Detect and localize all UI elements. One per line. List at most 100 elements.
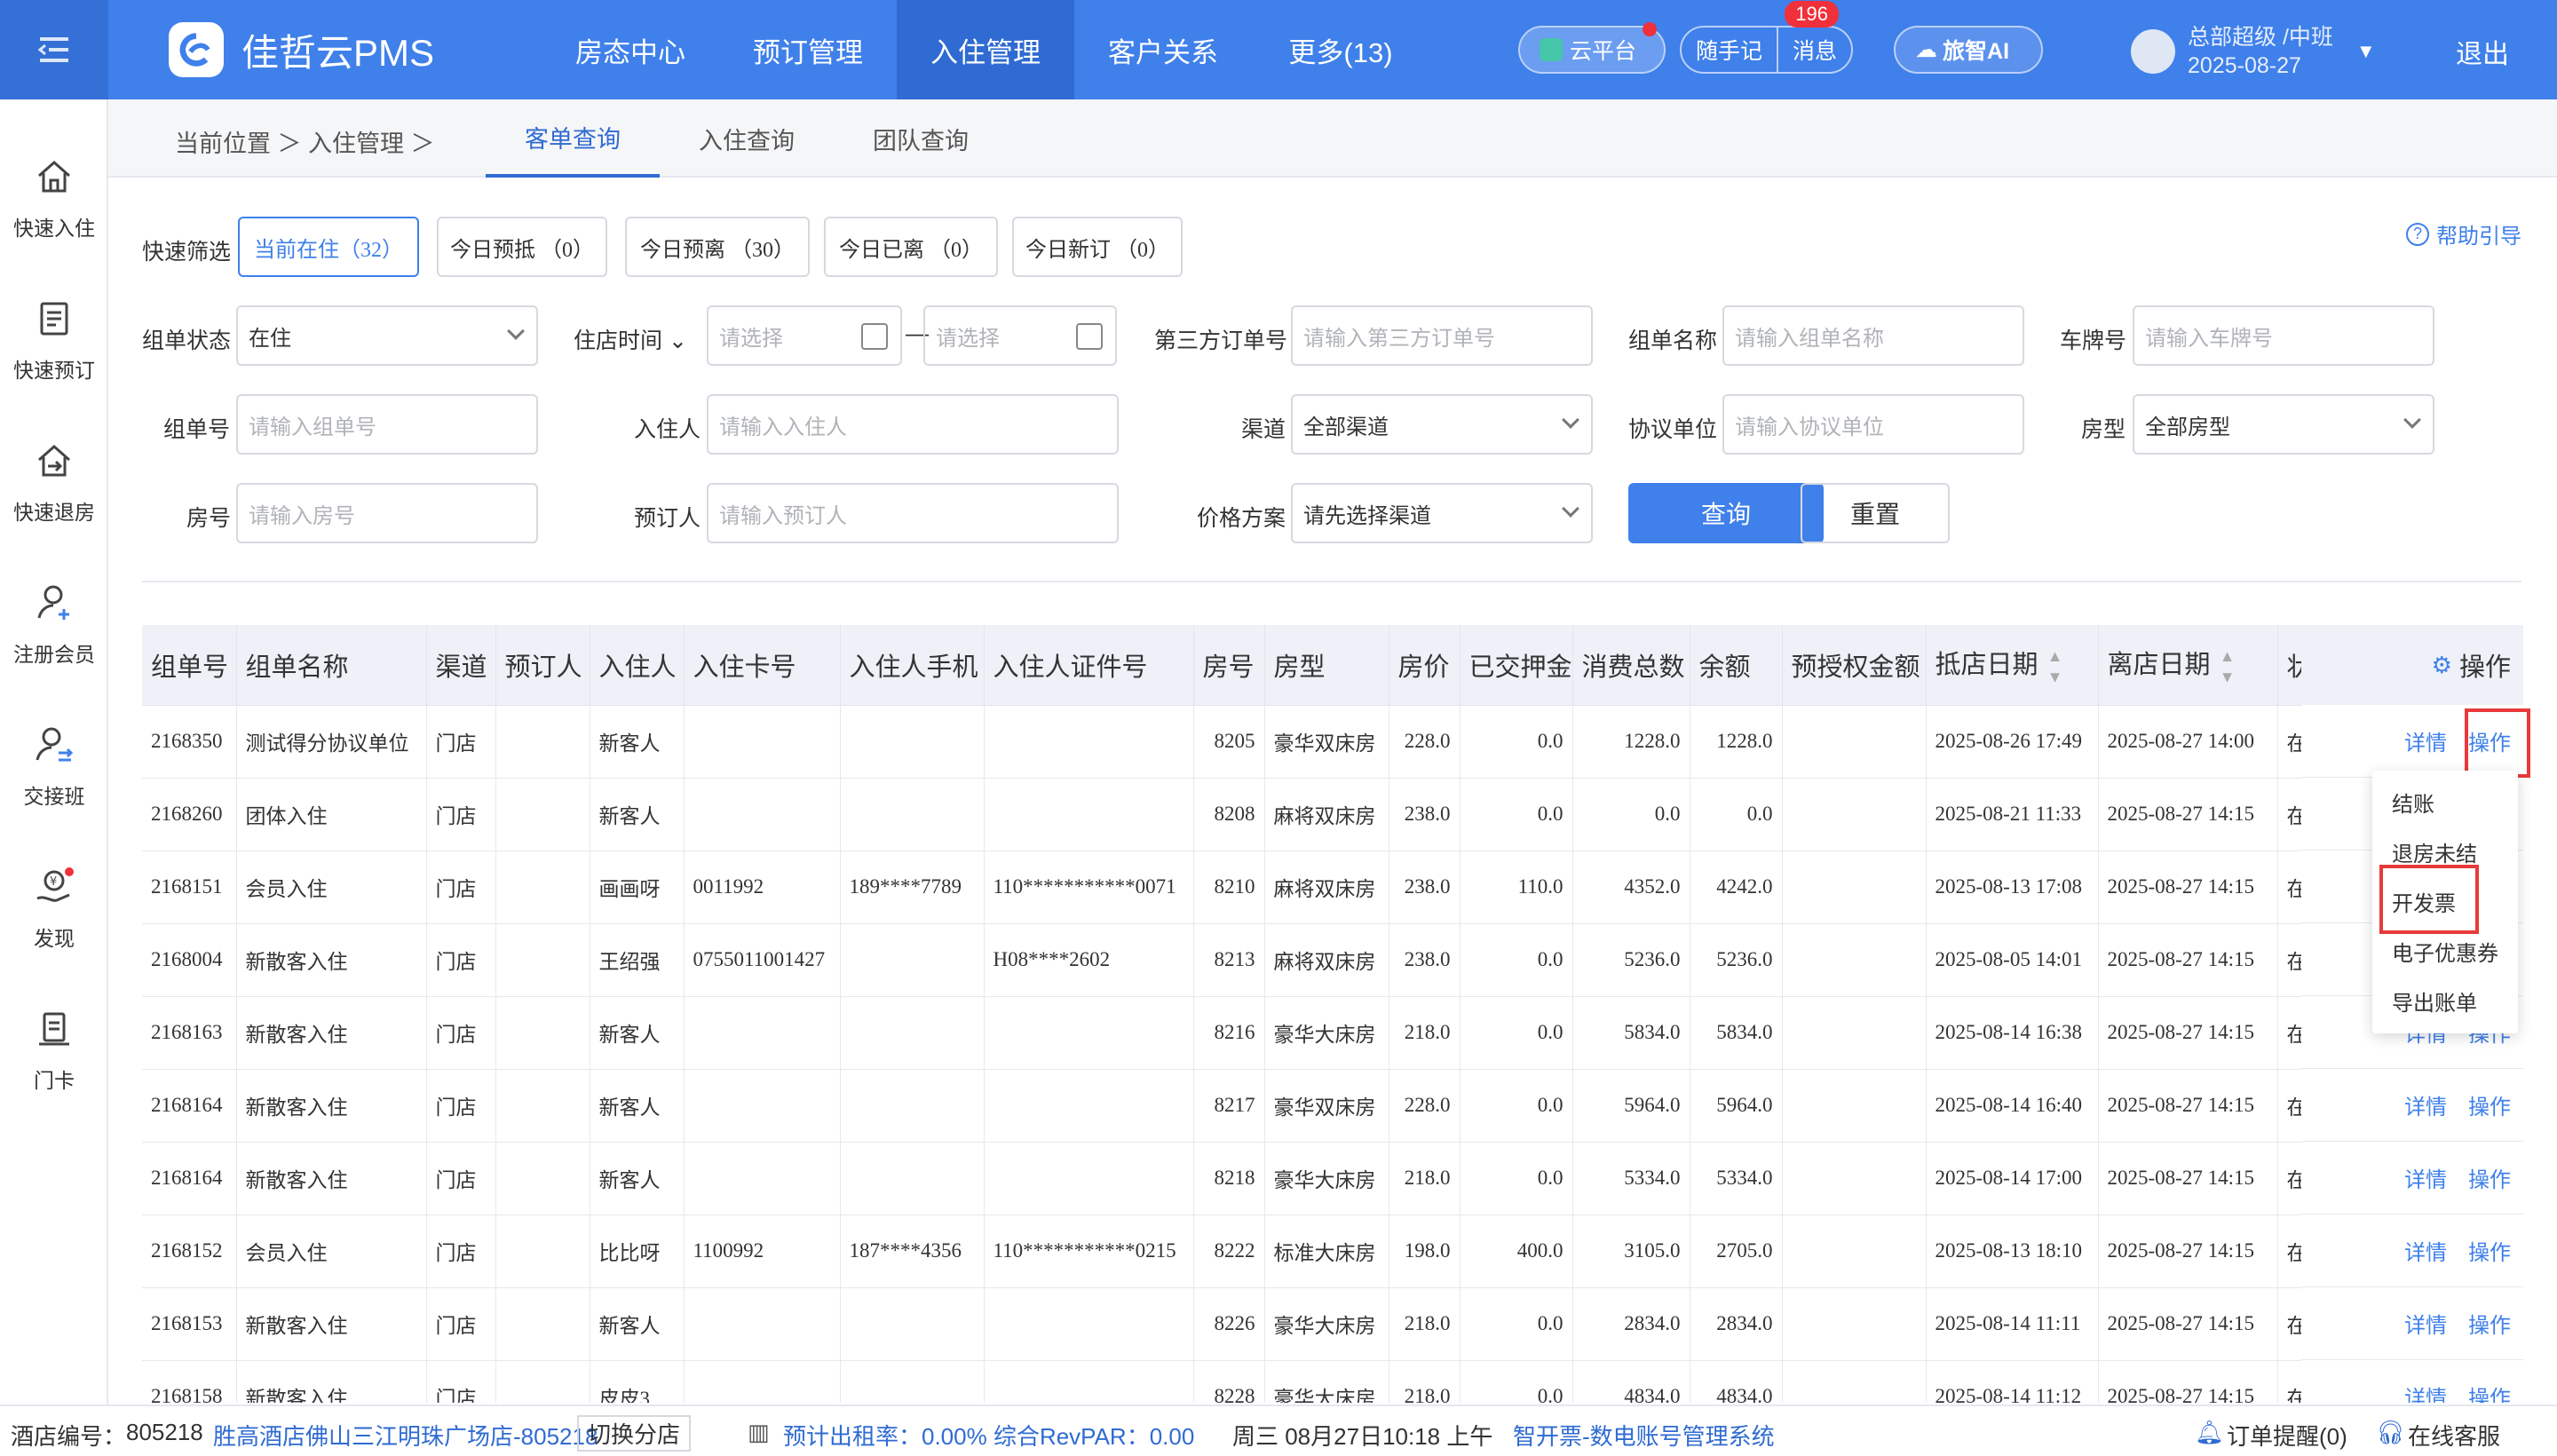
- top-bar: 佳哲云PMS 房态中心 预订管理 入住管理 客户关系 更多(13) 云平台 随手…: [0, 0, 2557, 99]
- menu-item-checkout[interactable]: 结账: [2392, 787, 2434, 818]
- order-reminder[interactable]: 订单提醒(0): [2227, 1419, 2347, 1452]
- messages-button[interactable]: 消息: [1777, 28, 1851, 72]
- sidebar-item-door-card[interactable]: 门卡: [0, 1007, 108, 1094]
- menu-item-e-coupon[interactable]: 电子优惠券: [2392, 936, 2498, 967]
- guest-input[interactable]: 请输入入住人: [707, 394, 1119, 455]
- logout-button[interactable]: 退出: [2456, 32, 2509, 71]
- menu-toggle-button[interactable]: [0, 0, 108, 99]
- chevron-down-icon: [2403, 411, 2421, 429]
- invoice-system-link[interactable]: 智开票-数电账号管理系统: [1513, 1419, 1775, 1452]
- menu-item-checkout-unsettled[interactable]: 退房未结: [2392, 836, 2477, 867]
- table-cell: [684, 778, 841, 851]
- quick-filter-arrive-today[interactable]: 今日预抵 （0）: [437, 217, 607, 277]
- quick-filter-current-stay[interactable]: 当前在住（32）: [238, 217, 419, 277]
- nav-room-status[interactable]: 房态中心: [542, 0, 719, 99]
- room-no-input[interactable]: 请输入房号: [236, 483, 538, 543]
- booker-input[interactable]: 请输入预订人: [707, 483, 1119, 543]
- operation-link[interactable]: 操作: [2468, 1089, 2511, 1120]
- sidebar-item-quick-booking[interactable]: 快速预订: [0, 297, 108, 384]
- stay-time-end-input[interactable]: 请选择: [923, 305, 1117, 366]
- sort-icon[interactable]: ▲ ▼: [2046, 647, 2064, 686]
- notes-messages-group: 随手记 消息 196: [1680, 1, 1854, 74]
- sidebar-item-register-member[interactable]: 注册会员: [0, 581, 108, 668]
- channel-select[interactable]: 全部渠道: [1291, 394, 1593, 455]
- stay-time-start-input[interactable]: 请选择: [707, 305, 902, 366]
- nav-more[interactable]: 更多(13): [1252, 0, 1429, 99]
- online-support[interactable]: 在线客服: [2408, 1419, 2500, 1452]
- group-name-input[interactable]: 请输入组单名称: [1722, 305, 2024, 366]
- table-cell: [984, 1287, 1194, 1361]
- quick-filter-depart-today[interactable]: 今日预离 （30）: [625, 217, 810, 277]
- table-cell: 2834.0: [1690, 1287, 1783, 1361]
- price-plan-select[interactable]: 请先选择渠道: [1291, 483, 1593, 543]
- notes-button[interactable]: 随手记: [1682, 28, 1777, 72]
- switch-branch-button[interactable]: 切换分店: [577, 1415, 692, 1452]
- table-cell: 2025-08-14 16:40: [1926, 1069, 2099, 1143]
- nav-checkin-management[interactable]: 入住管理: [897, 0, 1074, 99]
- column-header-label: 入住卡号: [693, 653, 796, 682]
- sidebar-item-label: 快速预订: [13, 359, 95, 382]
- column-header[interactable]: 抵店日期 ▲ ▼: [1926, 625, 2099, 706]
- sidebar-item-quick-checkout[interactable]: 快速退房: [0, 439, 108, 526]
- ai-button[interactable]: ☁ 旅智AI: [1894, 26, 2044, 74]
- table-row[interactable]: 2168164 新散客入住 门店 新客人 8217 豪华双床房 228.0 0.0 5964.0…: [142, 1069, 2314, 1143]
- user-menu[interactable]: 总部超级 /中班 2025-08-27 ▼: [2131, 23, 2376, 80]
- column-header-label: 渠道: [435, 653, 487, 682]
- app-logo[interactable]: 佳哲云PMS: [169, 22, 506, 77]
- room-type-select[interactable]: 全部房型: [2133, 394, 2434, 455]
- detail-link[interactable]: 详情: [2404, 1381, 2447, 1403]
- nav-customer-relations[interactable]: 客户关系: [1074, 0, 1252, 99]
- gear-icon[interactable]: ⚙: [2432, 652, 2452, 679]
- cloud-platform-button[interactable]: 云平台: [1518, 22, 1666, 74]
- table-cell: 187****4356: [840, 1215, 985, 1288]
- table-row[interactable]: 2168004 新散客入住 门店 王绍强 0755011001427 H08****260…: [142, 923, 2314, 997]
- detail-link[interactable]: 详情: [2404, 1162, 2447, 1193]
- group-no-input[interactable]: 请输入组单号: [236, 394, 538, 455]
- tab-checkin-query[interactable]: 入住查询: [660, 99, 834, 178]
- agreement-unit-input[interactable]: 请输入协议单位: [1722, 394, 2024, 455]
- third-party-order-input[interactable]: 请输入第三方订单号: [1291, 305, 1593, 366]
- quick-filter-new-today[interactable]: 今日新订 （0）: [1012, 217, 1183, 277]
- menu-item-export-bill[interactable]: 导出账单: [2392, 985, 2477, 1017]
- reset-button[interactable]: 重置: [1801, 483, 1950, 543]
- table-row[interactable]: 2168151 会员入住 门店 画画呀 0011992 189****7789 110***…: [142, 851, 2314, 924]
- table-row[interactable]: 2168153 新散客入住 门店 新客人 8226 豪华大床房 218.0 0.0 2834.0…: [142, 1287, 2314, 1361]
- table-cell: 2025-08-14 11:12: [1926, 1360, 2099, 1403]
- table-cell: 新散客入住: [236, 1287, 427, 1361]
- table-row[interactable]: 2168152 会员入住 门店 比比呀 1100992 187****4356 110***…: [142, 1215, 2314, 1288]
- detail-link[interactable]: 详情: [2404, 1089, 2447, 1120]
- operation-link[interactable]: 操作: [2468, 1162, 2511, 1193]
- detail-link[interactable]: 详情: [2404, 1308, 2447, 1339]
- menu-icon: [37, 37, 68, 62]
- column-header[interactable]: 离店日期 ▲ ▼: [2098, 625, 2278, 706]
- tab-guest-order-query[interactable]: 客单查询: [486, 99, 660, 178]
- plate-number-input[interactable]: 请输入车牌号: [2133, 305, 2434, 366]
- operation-link[interactable]: 操作: [2468, 1381, 2511, 1403]
- table-cell: H08****2602: [984, 923, 1194, 997]
- group-status-select[interactable]: 在住: [236, 305, 538, 366]
- operation-link[interactable]: 操作: [2468, 1308, 2511, 1339]
- table-row[interactable]: 2168164 新散客入住 门店 新客人 8218 豪华大床房 218.0 0.0 5334.0…: [142, 1142, 2314, 1215]
- help-guide-link[interactable]: ? 帮助引导: [2406, 218, 2521, 249]
- table-row[interactable]: 2168260 团体入住 门店 新客人 8208 麻将双床房 238.0 0.0 0.0 0.0 2…: [142, 778, 2314, 851]
- table-cell: 2168163: [142, 996, 237, 1070]
- detail-link[interactable]: 详情: [2404, 1235, 2447, 1266]
- sidebar-item-shift-handover[interactable]: 交接班: [0, 723, 108, 810]
- column-header: 入住人: [590, 625, 685, 706]
- tab-group-query[interactable]: 团队查询: [834, 99, 1008, 178]
- operation-link[interactable]: 操作: [2468, 1235, 2511, 1266]
- table-row[interactable]: 2168350 测试得分协议单位 门店 新客人 8205 豪华双床房 228.0 0.0 122…: [142, 705, 2314, 779]
- sidebar-item-quick-checkin[interactable]: 快速入住: [0, 154, 108, 241]
- table-row[interactable]: 2168158 新散客入住 门店 皮皮3 8228 豪华大床房 218.0 0.0 4834.0…: [142, 1360, 2314, 1403]
- table-cell: 2025-08-21 11:33: [1926, 778, 2099, 851]
- table-row[interactable]: 2168163 新散客入住 门店 新客人 8216 豪华大床房 218.0 0.0 5834.0…: [142, 996, 2314, 1070]
- sort-icon[interactable]: ▲ ▼: [2219, 647, 2236, 686]
- sidebar-item-discover[interactable]: ¥ 发现: [0, 865, 108, 952]
- hotel-name-link[interactable]: 胜高酒店佛山三江明珠广场店-805218: [213, 1419, 598, 1452]
- column-header-label: 预订人: [504, 653, 582, 682]
- table-cell: 0.0: [1460, 1287, 1573, 1361]
- detail-link[interactable]: 详情: [2404, 725, 2447, 756]
- quick-filter-departed-today[interactable]: 今日已离 （0）: [824, 217, 998, 277]
- query-button[interactable]: 查询: [1628, 483, 1824, 543]
- nav-reservations[interactable]: 预订管理: [719, 0, 897, 99]
